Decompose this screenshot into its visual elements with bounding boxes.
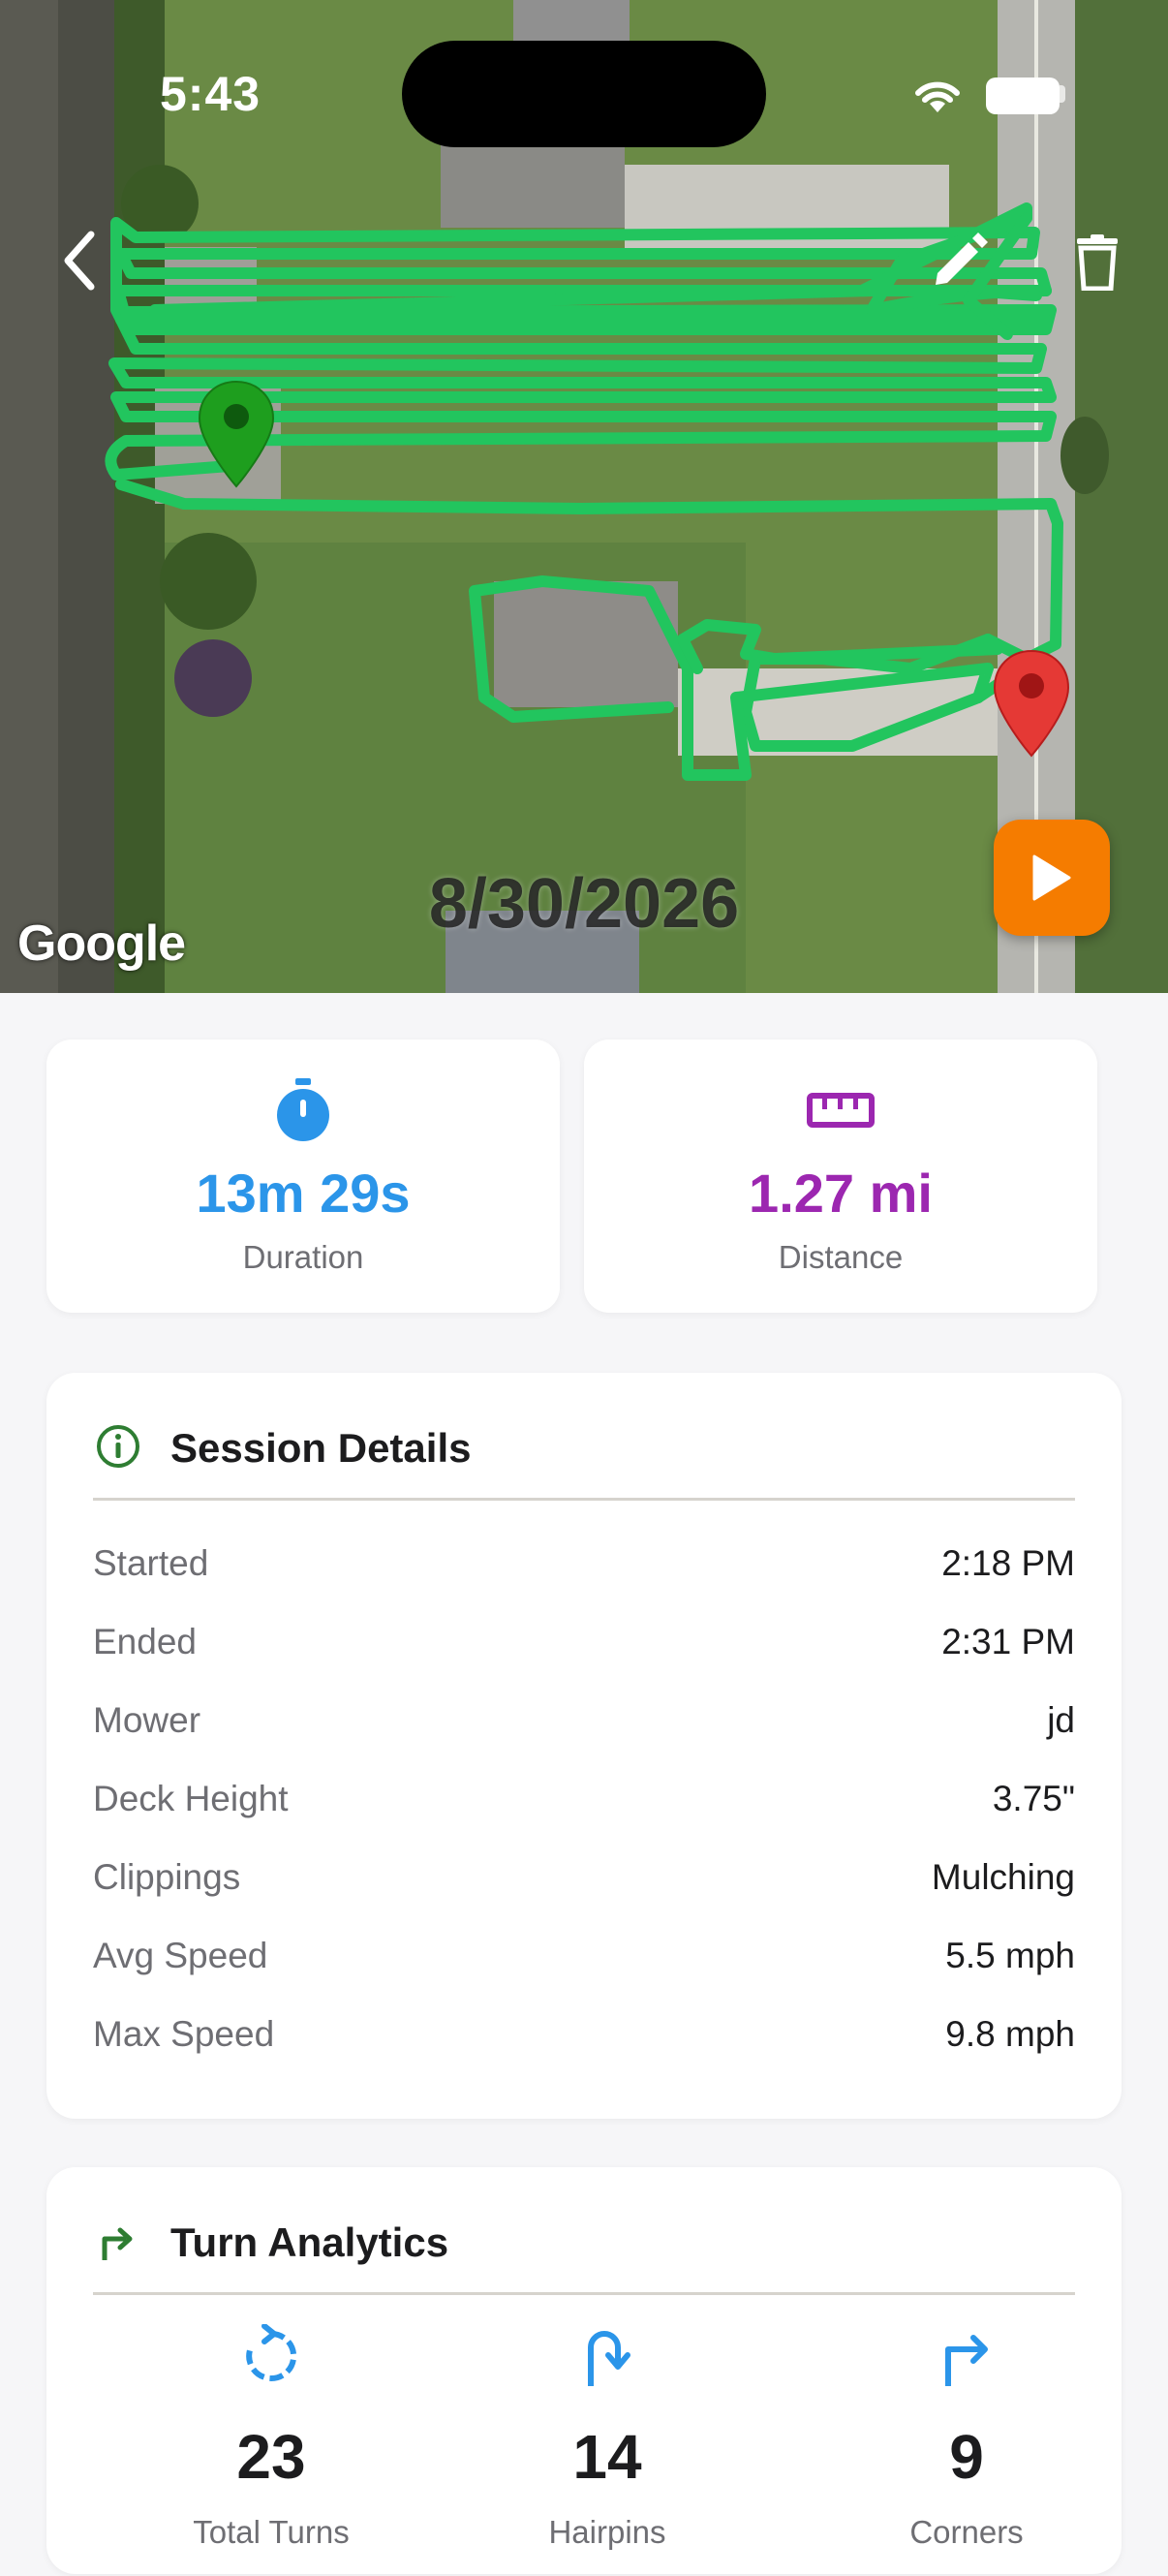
distance-card: 1.27 mi Distance xyxy=(584,1040,1097,1313)
corner-turn-icon xyxy=(945,2335,988,2386)
detail-value: Mulching xyxy=(931,1857,1075,1897)
detail-row-max-speed: Max Speed 9.8 mph xyxy=(93,2014,1075,2072)
info-icon xyxy=(97,1425,139,1468)
hairpins-stat: 14 Hairpins xyxy=(462,2324,753,2576)
status-time: 5:43 xyxy=(160,67,261,121)
edit-pencil-icon[interactable] xyxy=(930,233,988,291)
turn-analytics-card: Turn Analytics 23 Total Turns 14 Hairpin… xyxy=(46,2167,1122,2574)
delete-trash-icon[interactable] xyxy=(1075,234,1120,291)
corners-value: 9 xyxy=(949,2422,984,2492)
corners-stat: 9 Corners xyxy=(821,2324,1112,2576)
wifi-icon xyxy=(915,81,960,112)
detail-value: jd xyxy=(1047,1700,1075,1740)
turn-analytics-title: Turn Analytics xyxy=(170,2219,449,2265)
corners-label: Corners xyxy=(909,2514,1024,2550)
detail-value: 2:18 PM xyxy=(941,1543,1075,1583)
detail-label: Max Speed xyxy=(93,2014,275,2054)
detail-row-mower: Mower jd xyxy=(93,1700,1075,1758)
start-marker-icon[interactable] xyxy=(198,380,275,488)
detail-row-ended: Ended 2:31 PM xyxy=(93,1622,1075,1680)
battery-icon xyxy=(986,78,1060,114)
duration-card: 13m 29s Duration xyxy=(46,1040,560,1313)
map-view[interactable]: 5:43 Google 8/30/2026 xyxy=(0,0,1168,993)
end-marker-icon[interactable] xyxy=(993,649,1070,758)
playback-button[interactable] xyxy=(994,820,1110,936)
turn-right-arrow-icon xyxy=(102,2227,133,2260)
detail-label: Avg Speed xyxy=(93,1936,268,1975)
detail-row-clippings: Clippings Mulching xyxy=(93,1857,1075,1915)
detail-label: Mower xyxy=(93,1700,201,1740)
distance-label: Distance xyxy=(778,1239,904,1275)
hairpins-label: Hairpins xyxy=(548,2514,666,2550)
detail-row-started: Started 2:18 PM xyxy=(93,1543,1075,1601)
section-divider xyxy=(93,2292,1075,2295)
duration-value: 13m 29s xyxy=(196,1163,411,1224)
turn-stats-row: 23 Total Turns 14 Hairpins 9 Corners xyxy=(46,2323,1122,2576)
detail-value: 3.75" xyxy=(992,1779,1075,1818)
battery-cap xyxy=(1060,85,1065,103)
play-icon xyxy=(1032,854,1071,901)
detail-label: Ended xyxy=(93,1622,197,1661)
back-chevron-icon[interactable] xyxy=(58,229,107,293)
detail-value: 9.8 mph xyxy=(945,2014,1075,2054)
detail-label: Started xyxy=(93,1543,209,1583)
total-turns-value: 23 xyxy=(236,2422,306,2492)
total-turns-label: Total Turns xyxy=(193,2514,350,2550)
detail-label: Clippings xyxy=(93,1857,241,1897)
detail-label: Deck Height xyxy=(93,1779,289,1818)
detail-row-avg-speed: Avg Speed 5.5 mph xyxy=(93,1936,1075,1994)
detail-value: 5.5 mph xyxy=(945,1936,1075,1975)
duration-label: Duration xyxy=(242,1239,364,1275)
section-divider xyxy=(93,1498,1075,1501)
session-details-title: Session Details xyxy=(170,1425,472,1471)
detail-row-deck-height: Deck Height 3.75" xyxy=(93,1779,1075,1837)
detail-value: 2:31 PM xyxy=(941,1622,1075,1661)
hairpins-value: 14 xyxy=(572,2422,642,2492)
total-turns-stat: 23 Total Turns xyxy=(126,2323,416,2576)
ruler-icon xyxy=(807,1093,875,1128)
rotate-icon xyxy=(246,2323,297,2381)
u-turn-icon xyxy=(588,2331,630,2386)
session-details-card: Session Details Started 2:18 PM Ended 2:… xyxy=(46,1373,1122,2119)
distance-value: 1.27 mi xyxy=(749,1163,933,1224)
dynamic-island xyxy=(402,41,766,147)
stopwatch-icon xyxy=(277,1078,329,1141)
